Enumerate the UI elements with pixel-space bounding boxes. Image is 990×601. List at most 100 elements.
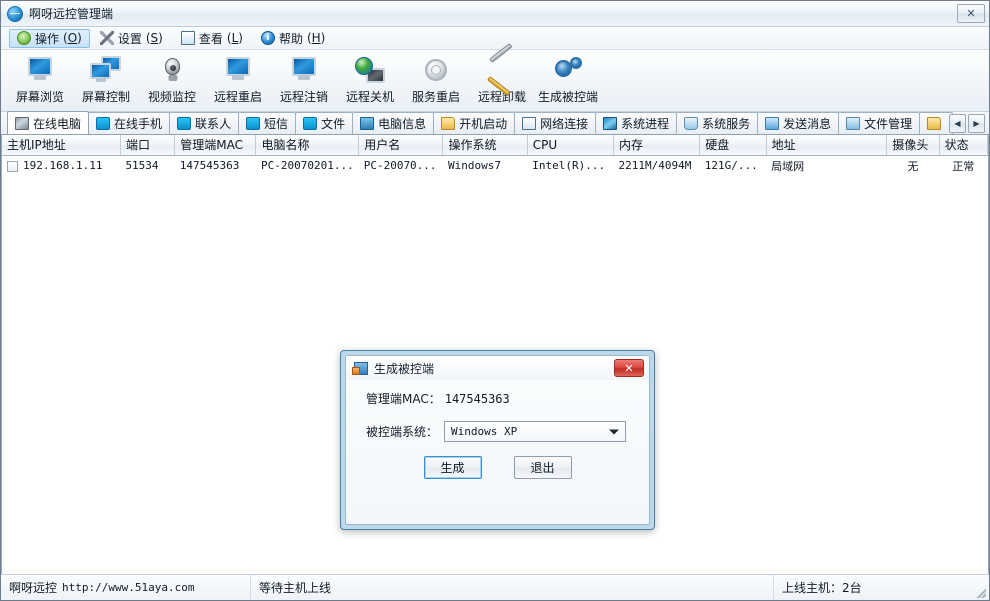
col-header-disk[interactable]: 硬盘 bbox=[699, 135, 767, 156]
filemgr-icon bbox=[846, 117, 861, 130]
col-header-address[interactable]: 地址 bbox=[766, 135, 888, 156]
menu-item-settings[interactable]: 设置 (S) bbox=[92, 29, 171, 48]
col-header-cpu[interactable]: CPU bbox=[527, 135, 615, 156]
toolbar-button-service-restart[interactable]: 服务重启 bbox=[403, 54, 469, 108]
dialog-mac-row: 管理端MAC： 147545363 bbox=[366, 390, 649, 407]
tab-online-computers[interactable]: 在线电脑 bbox=[7, 111, 90, 134]
tab-label-system-services: 系统服务 bbox=[702, 117, 751, 131]
toolbar-label-generate-client: 生成被控端 bbox=[537, 90, 598, 104]
toolbar-button-remote-logoff[interactable]: 远程注销 bbox=[271, 54, 337, 108]
dialog-button-row: 生成 退出 bbox=[346, 456, 649, 479]
tab-sms[interactable]: 短信 bbox=[238, 112, 297, 134]
tab-startup[interactable]: 开机启动 bbox=[433, 112, 516, 134]
tab-scroll-prev-button[interactable]: ◀ bbox=[949, 114, 966, 133]
statusbar-url[interactable]: http://www.51aya.com bbox=[62, 581, 194, 594]
pc-icon bbox=[15, 116, 29, 130]
tab-label-file-manager: 文件管理 bbox=[864, 117, 913, 131]
dialog-body: 管理端MAC： 147545363 被控端系统： Windows XP 生成 退… bbox=[346, 380, 649, 524]
menu-label-view: 查看 bbox=[198, 31, 223, 46]
netconn-icon bbox=[522, 117, 537, 130]
col-header-os[interactable]: 操作系统 bbox=[442, 135, 528, 156]
view-icon bbox=[180, 31, 195, 45]
tab-scroll-next-button[interactable]: ▶ bbox=[968, 114, 985, 133]
toolbar-label-remote-restart: 远程重启 bbox=[213, 90, 262, 104]
generate-button[interactable]: 生成 bbox=[423, 456, 482, 479]
tab-scroll-controls: ◀ ▶ bbox=[949, 114, 985, 133]
tab-files[interactable]: 文件 bbox=[295, 112, 354, 134]
tab-label-network-connections: 网络连接 bbox=[540, 117, 589, 131]
hosts-table: 主机IP地址 端口 管理端MAC 电脑名称 用户名 操作系统 CPU 内存 硬盘… bbox=[2, 135, 988, 176]
cell-os: Windows7 bbox=[447, 159, 501, 173]
hosts-table-body: 192.168.1.11 51534 147545363 PC-20070201… bbox=[2, 155, 988, 176]
toolbar-label-remote-shutdown: 远程关机 bbox=[345, 90, 394, 104]
tab-file-manager[interactable]: 文件管理 bbox=[838, 112, 921, 134]
statusbar-brand: 啊呀远控 bbox=[9, 581, 58, 595]
dialog-title: 生成被控端 bbox=[374, 361, 435, 376]
toolbar-label-video-monitor: 视频监控 bbox=[147, 90, 196, 104]
menu-label-help: 帮助 bbox=[278, 31, 303, 46]
statusbar: 啊呀远控 http://www.51aya.com 等待主机上线 上线主机：2台 bbox=[1, 574, 989, 600]
tab-label-computer-info: 电脑信息 bbox=[378, 117, 427, 131]
application-window: 啊呀远控管理端 ✕ 操作 (O) 设置 (S) 查看 (L) i 帮助 (H) … bbox=[0, 0, 990, 601]
col-header-status[interactable]: 状态 bbox=[939, 135, 988, 156]
dialog-close-button[interactable]: ✕ bbox=[614, 359, 644, 377]
col-header-memory[interactable]: 内存 bbox=[613, 135, 701, 156]
menu-label-operations: 操作 bbox=[35, 31, 60, 46]
cell-username: PC-20070... bbox=[363, 159, 437, 173]
tab-send-message[interactable]: 发送消息 bbox=[757, 112, 840, 134]
toolbar-button-generate-client[interactable]: 生成被控端 bbox=[535, 54, 601, 108]
window-titlebar: 啊呀远控管理端 ✕ bbox=[1, 1, 989, 27]
toolbar-button-remote-shutdown[interactable]: 远程关机 bbox=[337, 54, 403, 108]
tab-online-phones[interactable]: 在线手机 bbox=[88, 112, 171, 134]
menu-item-operations[interactable]: 操作 (O) bbox=[9, 28, 90, 48]
toolbar-button-screen-view[interactable]: 屏幕浏览 bbox=[7, 54, 73, 108]
phone-icon bbox=[96, 117, 111, 130]
window-close-button[interactable]: ✕ bbox=[957, 4, 985, 23]
row-checkbox[interactable] bbox=[7, 160, 18, 172]
client-os-select[interactable]: Windows XP bbox=[444, 421, 627, 442]
statusbar-message: 等待主机上线 bbox=[251, 575, 774, 600]
main-content-area: 主机IP地址 端口 管理端MAC 电脑名称 用户名 操作系统 CPU 内存 硬盘… bbox=[1, 135, 989, 574]
tabstrip: 在线电脑 在线手机 联系人 短信 文件 电脑信息 开机启动 网络连接 系统进程 … bbox=[1, 111, 989, 135]
menu-item-help[interactable]: i 帮助 (H) bbox=[253, 29, 333, 48]
monitor-restart-icon bbox=[222, 56, 254, 86]
dialog-os-row: 被控端系统： Windows XP bbox=[366, 421, 649, 442]
tab-system-processes[interactable]: 系统进程 bbox=[595, 112, 678, 134]
toolbar: 屏幕浏览 屏幕控制 视频监控 远程重启 远程注销 远程关机 服务重启 远程卸载 bbox=[1, 42, 989, 112]
resize-grip-icon[interactable] bbox=[974, 586, 986, 598]
tab-contacts[interactable]: 联系人 bbox=[169, 112, 240, 134]
dialog-mac-label: 管理端MAC： bbox=[366, 392, 441, 406]
toolbar-button-video-monitor[interactable]: 视频监控 bbox=[139, 54, 205, 108]
green-gear-icon bbox=[17, 31, 31, 45]
wrench-screwdriver-icon bbox=[486, 42, 518, 96]
col-header-camera[interactable]: 摄像头 bbox=[886, 135, 940, 156]
col-header-username[interactable]: 用户名 bbox=[358, 135, 444, 156]
menu-accel-view: L bbox=[231, 31, 239, 45]
toolbar-button-screen-control[interactable]: 屏幕控制 bbox=[73, 54, 139, 108]
tab-computer-info[interactable]: 电脑信息 bbox=[352, 112, 435, 134]
cell-memory: 2211M/4094M bbox=[618, 159, 692, 173]
tab-label-startup: 开机启动 bbox=[459, 117, 508, 131]
cell-disk: 121G/... bbox=[704, 159, 758, 173]
gear-icon bbox=[420, 56, 452, 86]
tab-label-system-processes: 系统进程 bbox=[621, 117, 670, 131]
tab-network-connections[interactable]: 网络连接 bbox=[514, 112, 597, 134]
monitor-icon bbox=[24, 56, 56, 86]
monitor-logoff-icon bbox=[288, 56, 320, 86]
pcinfo-icon bbox=[360, 117, 375, 130]
col-header-host-ip[interactable]: 主机IP地址 bbox=[2, 135, 121, 156]
menu-item-view[interactable]: 查看 (L) bbox=[173, 29, 251, 48]
table-row[interactable]: 192.168.1.11 51534 147545363 PC-20070201… bbox=[2, 155, 988, 176]
tab-label-contacts: 联系人 bbox=[195, 117, 232, 131]
exit-button[interactable]: 退出 bbox=[513, 456, 572, 479]
tab-label-sms: 短信 bbox=[264, 117, 289, 131]
menubar: 操作 (O) 设置 (S) 查看 (L) i 帮助 (H) bbox=[1, 27, 989, 50]
toolbar-button-remote-uninstall[interactable]: 远程卸载 bbox=[469, 42, 535, 108]
col-header-computer-name[interactable]: 电脑名称 bbox=[255, 135, 360, 156]
col-header-port[interactable]: 端口 bbox=[120, 135, 176, 156]
toolbar-button-remote-restart[interactable]: 远程重启 bbox=[205, 54, 271, 108]
tab-system-services[interactable]: 系统服务 bbox=[676, 112, 759, 134]
chevron-down-icon bbox=[609, 429, 620, 434]
col-header-admin-mac[interactable]: 管理端MAC bbox=[174, 135, 257, 156]
cell-computer-name: PC-20070201... bbox=[260, 159, 354, 173]
